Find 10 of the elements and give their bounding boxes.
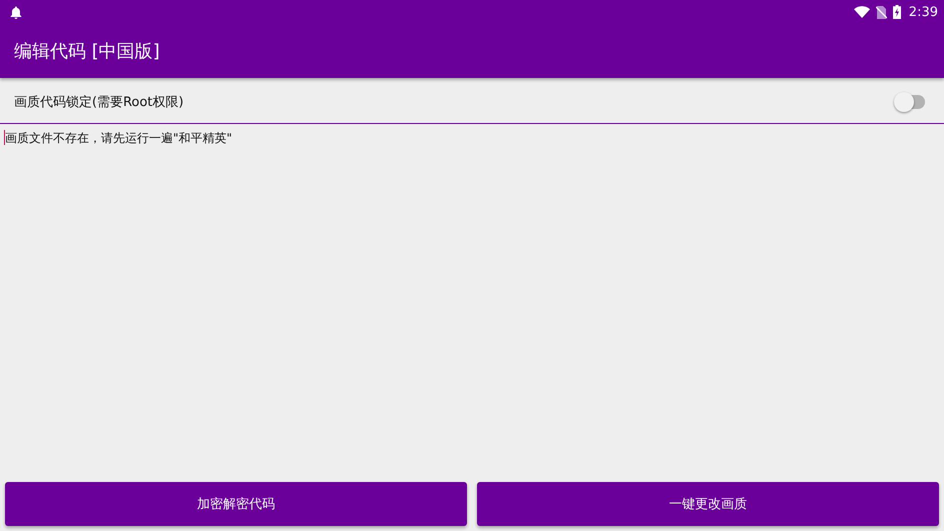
action-button[interactable]: 一键更改画质 — [477, 482, 939, 526]
clock-time: 2:39 — [908, 4, 938, 20]
code-editor-field[interactable]: 画质文件不存在，请先运行一遍"和平精英" — [0, 124, 944, 478]
action-button[interactable]: 加密解密代码 — [5, 482, 467, 526]
notification-bell-icon — [10, 6, 22, 18]
no-sim-icon — [876, 6, 887, 18]
battery-charging-icon — [892, 5, 901, 19]
wifi-icon — [854, 6, 870, 18]
app-title: 编辑代码 [中国版] — [14, 40, 160, 63]
setting-label: 画质代码锁定(需要Root权限) — [14, 94, 185, 110]
